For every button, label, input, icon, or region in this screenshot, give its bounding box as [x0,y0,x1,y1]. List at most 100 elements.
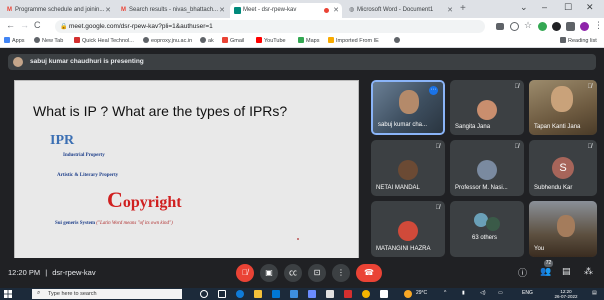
tab-programme-schedule[interactable]: M Programme schedule and joinin... ✕ [2,3,114,18]
app-icon[interactable] [380,290,388,298]
presenting-text: sabuj kumar chaudhuri is presenting [30,58,144,65]
taskbar-clock[interactable]: 12:20 26-07-2022 [546,288,586,300]
task-view-icon[interactable] [218,290,226,298]
address-bar-row: ← → C 🔒 meet.google.com/dsr-rpew-kav?pli… [0,18,604,35]
slide-ipr-heading: IPR [50,133,75,148]
bookmark-ak[interactable]: ak [200,37,214,44]
taskbar-search-input[interactable]: ⌕ Type here to search [32,289,182,299]
language-indicator[interactable]: ENG [522,290,533,296]
globe-icon: ◍ [348,7,355,13]
temperature-text: 29°C [416,290,428,296]
meet-control-bar: 12:20 PM | dsr-rpew-kav 🎙̸ ▣ ㏄ ⊡ ⋮ ☎ ⓘ 👥… [0,258,604,288]
new-tab-button[interactable]: + [460,3,466,14]
maximize-button[interactable]: ☐ [564,2,572,13]
camera-icon[interactable] [496,23,504,30]
participant-tile[interactable]: 🎙̸ MATANGINI HAZRA [371,201,445,257]
bookmark-new-tab[interactable]: New Tab [34,37,63,44]
self-label: You [534,246,545,252]
bookmark-gmail[interactable]: Gmail [222,37,244,44]
participant-tile[interactable]: 🎙̸ Sangita Jana [450,80,524,135]
leave-call-button[interactable]: ☎ [356,264,382,282]
tab-meet[interactable]: Meet - dsr-rpew-kav ✕ [230,3,342,18]
forward-icon[interactable]: → [20,20,29,30]
edge-icon[interactable] [236,290,244,298]
sui-generis-text: Sui generis System [55,221,95,226]
minimize-button[interactable]: – [542,2,547,12]
network-icon[interactable]: ▮ [462,290,465,296]
meeting-details-icon[interactable]: ⓘ [518,266,527,279]
mic-toggle-button[interactable]: 🎙̸ [236,264,254,282]
store-icon[interactable] [272,290,280,298]
puzzle-icon[interactable] [566,22,575,31]
bookmark-apps[interactable]: Apps [4,37,25,44]
volume-icon[interactable]: ◁) [480,290,486,296]
close-window-button[interactable]: ✕ [586,2,594,13]
tab-word-document[interactable]: ◍ Microsoft Word - Document1 ✕ [344,3,456,18]
windows-start-icon[interactable] [4,290,12,298]
tab-search-chevron-icon[interactable]: ⌄ [520,2,528,13]
cortana-icon[interactable] [200,290,208,298]
app-icon[interactable] [326,290,334,298]
people-icon[interactable]: 👥 [540,266,551,277]
participant-tile[interactable]: 🎙̸ NETAI MANDAL [371,140,445,196]
participant-face [551,86,573,112]
meeting-time: 12:20 PM [8,268,41,277]
self-tile[interactable]: You [529,201,597,257]
reload-icon[interactable]: C [34,20,41,30]
url-text: meet.google.com/dsr-rpew-kav?pli=1&authu… [69,23,213,30]
camera-toggle-button[interactable]: ▣ [260,264,278,282]
captions-button[interactable]: ㏄ [284,264,302,282]
close-icon[interactable]: ✕ [219,6,225,14]
bookmark-quick-heal[interactable]: Quick Heal Technol... [74,37,134,44]
presenter-face [399,90,419,114]
bookmark-imported-ie[interactable]: Imported From IE [328,37,379,44]
chat-icon[interactable]: ▤ [562,266,571,277]
participant-name: Professor M. Nasi... [455,185,508,191]
app-icon[interactable] [344,290,352,298]
bookmark-globe[interactable] [394,37,402,44]
reading-list-icon [560,37,566,43]
mail-icon[interactable] [290,290,298,298]
gmail-icon: M [121,7,126,13]
participant-tile[interactable]: S 🎙̸ Subhendu Kar [529,140,597,196]
slide-sui-generis: Sui generis System ("Latin Word means "o… [55,221,173,226]
share-icon[interactable] [510,22,519,31]
back-icon[interactable]: ← [6,20,15,30]
participant-tile[interactable]: 🎙̸ Professor M. Nasi... [450,140,524,196]
gmail-icon [222,37,228,43]
present-screen-button[interactable]: ⊡ [308,264,326,282]
participant-name: NETAI MANDAL [376,185,420,191]
bookmark-maps[interactable]: Maps [298,37,319,44]
downloads-icon[interactable] [308,290,316,298]
bookmark-youtube[interactable]: YouTube [256,37,286,44]
activities-icon[interactable]: ⁂ [584,266,593,277]
mic-off-icon: 🎙̸ [435,205,441,211]
more-options-button[interactable]: ⋮ [332,264,350,282]
tray-chevron-icon[interactable]: ^ [444,290,446,296]
menu-kebab-icon[interactable]: ⋮ [594,20,603,31]
bookmark-eoproxy[interactable]: eoproxy.jnu.ac.in [143,37,192,44]
participant-tile[interactable]: ⋯ sabuj kumar cha... [371,80,445,135]
profile-avatar[interactable] [580,22,589,31]
copyright-rest: opyright [122,194,182,211]
close-icon[interactable]: ✕ [333,6,339,14]
notification-icon[interactable]: ▤ [592,290,597,296]
meet-window: sabuj kumar chaudhuri is presenting What… [0,48,604,288]
globe-icon [200,37,206,43]
mic-off-icon: 🎙̸ [514,144,520,150]
others-tile[interactable]: 63 others [450,201,524,257]
url-input[interactable]: 🔒 meet.google.com/dsr-rpew-kav?pli=1&aut… [55,20,485,33]
file-explorer-icon[interactable] [254,290,262,298]
battery-icon[interactable]: ▭ [498,290,503,296]
windows-taskbar: ⌕ Type here to search 29°C ^ ▮ ◁) ▭ ENG … [0,288,604,300]
close-icon[interactable]: ✕ [105,6,111,14]
globe-icon [394,37,400,43]
chrome-icon[interactable] [362,290,370,298]
extension-icon[interactable] [538,22,547,31]
close-icon[interactable]: ✕ [447,6,453,14]
reading-list-button[interactable]: Reading list [560,37,597,44]
bookmark-extension-icon[interactable] [552,22,561,31]
star-icon[interactable]: ☆ [524,20,532,31]
tab-search-results[interactable]: M Search results - nivas_bhattach... ✕ [116,3,228,18]
participant-tile[interactable]: 🎙̸ Tapan Kanti Jana [529,80,597,135]
